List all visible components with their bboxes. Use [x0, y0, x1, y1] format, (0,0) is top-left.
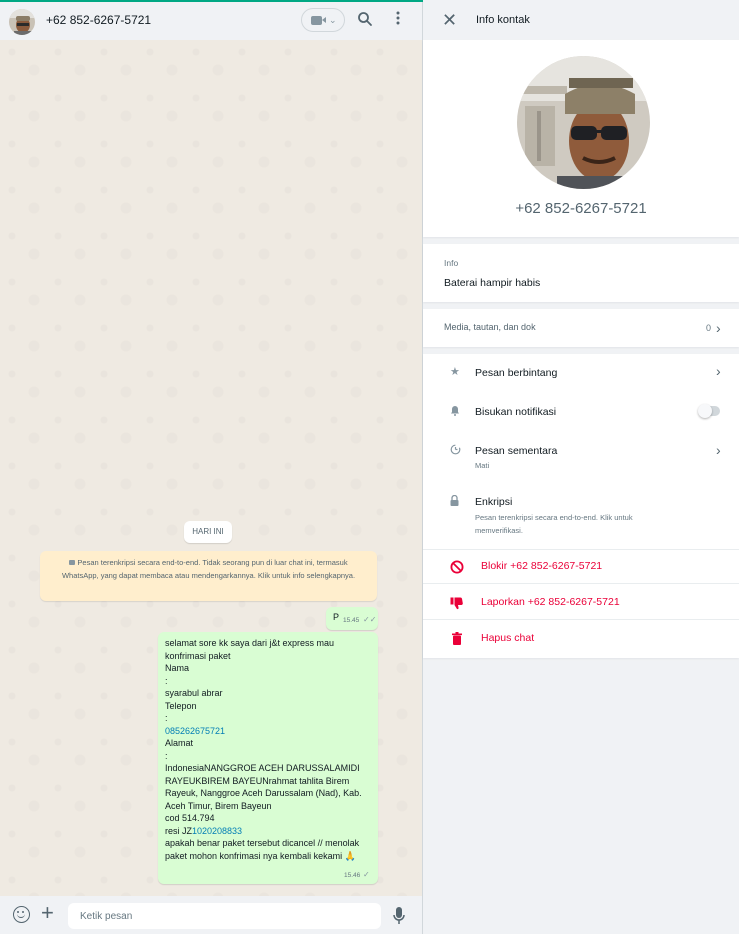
encryption-label: Enkripsi: [475, 496, 513, 508]
resi-link[interactable]: 1020208833: [192, 826, 242, 836]
encryption-description: memverifikasi.: [475, 526, 523, 535]
date-divider: HARI INI: [184, 521, 232, 543]
divider: [423, 619, 739, 620]
encryption-description: Pesan terenkripsi secara end-to-end. Kli…: [475, 513, 633, 522]
menu-kebab-icon[interactable]: [388, 11, 408, 31]
about-label: Info: [444, 258, 459, 268]
mute-toggle[interactable]: [698, 404, 720, 418]
mute-label: Bisukan notifikasi: [475, 406, 557, 418]
chevron-down-icon: ⌄: [329, 15, 337, 25]
message-line: selamat sore kk saya dari j&t express ma…: [165, 638, 335, 648]
timer-icon: [450, 444, 461, 458]
profile-section: +62 852-6267-5721: [423, 40, 739, 237]
delete-label: Hapus chat: [481, 632, 535, 644]
message-line: Nama: [165, 663, 190, 673]
encryption-notice[interactable]: Pesan terenkripsi secara end-to-end. Tid…: [40, 551, 377, 601]
block-icon: [450, 560, 464, 579]
video-camera-icon: [311, 16, 326, 25]
divider: [423, 583, 739, 584]
chat-contact-name[interactable]: +62 852-6267-5721: [46, 13, 151, 27]
message-line: :: [165, 675, 168, 686]
divider: [423, 549, 739, 550]
phone-link[interactable]: 085262675721: [165, 725, 371, 738]
message-time: 15.45: [343, 617, 360, 624]
sent-tick-icon: ✓: [363, 870, 370, 879]
search-icon[interactable]: [355, 11, 375, 31]
attach-plus-icon[interactable]: +: [41, 901, 54, 925]
about-text: Baterai hampir habis: [444, 277, 541, 289]
chevron-right-icon: ›: [716, 363, 721, 379]
message-input[interactable]: [68, 903, 381, 929]
resi-prefix: resi JZ: [165, 825, 192, 836]
message-line: :: [165, 750, 168, 761]
outgoing-message[interactable]: selamat sore kk saya dari j&t express ma…: [158, 632, 378, 884]
message-line: cod 514.794: [165, 813, 215, 823]
message-time: 15.46: [344, 872, 361, 879]
about-section: Info Baterai hampir habis: [423, 244, 739, 302]
message-line: Aceh Timur, Birem Bayeun: [165, 800, 272, 811]
chevron-right-icon: ›: [716, 442, 721, 458]
panel-title: Info kontak: [476, 14, 530, 26]
message-line: Telepon: [165, 700, 197, 711]
lock-icon: [69, 560, 76, 565]
media-count: 0: [706, 323, 712, 333]
trash-icon: [452, 632, 462, 650]
thumbs-down-icon: [450, 597, 464, 615]
contact-avatar[interactable]: [9, 9, 35, 35]
media-label: Media, tautan, dan dok: [444, 322, 536, 332]
message-composer: +: [0, 896, 423, 934]
message-line: Rayeuk, Nanggroe Aceh Darussalam (Nad), …: [165, 788, 362, 798]
disappearing-label: Pesan sementara: [475, 445, 558, 457]
message-line: paket mohon konfrimasi nya kembali kekam…: [165, 850, 356, 861]
profile-photo[interactable]: [517, 56, 650, 189]
microphone-icon[interactable]: [392, 906, 406, 926]
report-label: Laporkan +62 852-6267-5721: [481, 596, 620, 608]
block-label: Blokir +62 852-6267-5721: [481, 560, 603, 572]
message-line: apakah benar paket tersebut dicancel // …: [165, 838, 360, 848]
message-line: Alamat: [165, 738, 194, 748]
chat-pane: +62 852-6267-5721 ⌄ HARI INI Pesan teren…: [0, 0, 423, 934]
contact-info-panel: ✕ Info kontak +62 852-6267-5721 Info Bat…: [423, 0, 739, 934]
read-ticks-icon: ✓✓: [363, 615, 377, 624]
profile-phone-number: +62 852-6267-5721: [515, 200, 647, 217]
bell-icon: [450, 405, 460, 419]
message-line: syarabul abrar: [165, 688, 223, 698]
message-line: konfrimasi paket: [165, 650, 231, 661]
actions-section: ★ Pesan berbintang › Bisukan notifikasi …: [423, 354, 739, 658]
media-row[interactable]: Media, tautan, dan dok 0 ›: [423, 309, 739, 347]
video-call-button[interactable]: ⌄: [301, 8, 345, 32]
message-line: :: [165, 713, 168, 723]
starred-label: Pesan berbintang: [475, 367, 558, 379]
emoji-icon[interactable]: [13, 906, 30, 923]
chat-header[interactable]: +62 852-6267-5721 ⌄: [0, 2, 423, 40]
contact-info-header: ✕ Info kontak: [423, 2, 739, 40]
message-line: IndonesiaNANGGROE ACEH DARUSSALAMIDI: [165, 763, 360, 773]
close-icon[interactable]: ✕: [442, 10, 457, 30]
star-icon: ★: [450, 366, 460, 378]
lock-icon: [450, 494, 459, 509]
outgoing-message[interactable]: P 15.45 ✓✓: [326, 607, 378, 630]
chevron-right-icon: ›: [716, 320, 721, 336]
message-text: P: [333, 612, 340, 622]
message-line: RAYEUKBIREM BAYEUNrahmat tahlita Birem: [165, 775, 350, 786]
message-line: resi JZ1020208833: [165, 825, 371, 838]
disappearing-value: Mati: [475, 461, 490, 470]
encryption-notice-text: Pesan terenkripsi secara end-to-end. Tid…: [61, 558, 356, 580]
